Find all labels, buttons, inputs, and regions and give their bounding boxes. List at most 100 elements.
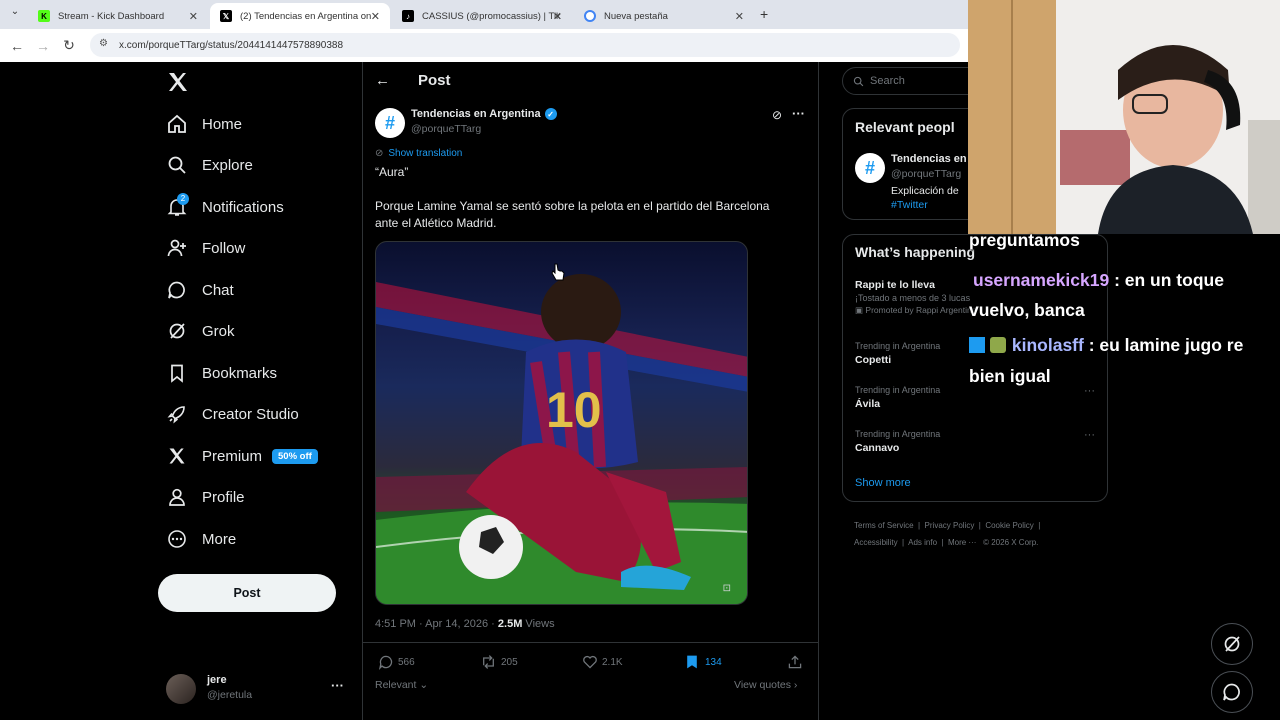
more-dots-icon[interactable]: ··· — [792, 106, 805, 121]
sort-replies-dropdown[interactable]: Relevant ⌄ — [375, 679, 428, 691]
author-avatar-hash-icon[interactable]: # — [375, 108, 405, 138]
show-more-link[interactable]: Show more — [855, 477, 911, 489]
account-name: jere — [207, 674, 227, 686]
browser-tab-tiktok[interactable]: ♪ CASSIUS (@promocassius) | Tik ✕ — [392, 3, 572, 29]
close-tab-icon[interactable]: ✕ — [735, 10, 744, 23]
sidebar-item-creator-studio[interactable]: Creator Studio — [166, 400, 299, 428]
sidebar-item-profile[interactable]: Profile — [166, 483, 245, 511]
grok-icon — [166, 320, 188, 342]
grok-icon — [1224, 636, 1240, 652]
post-timestamp-row: 4:51 PM · Apr 14, 2026 · 2.5M Views — [375, 618, 555, 630]
back-arrow-icon[interactable]: ← — [4, 38, 30, 54]
chat-badge-icon — [969, 337, 985, 353]
sidebar-item-explore[interactable]: Explore — [166, 151, 253, 179]
footer-link[interactable]: Ads info — [908, 538, 937, 547]
url-field[interactable]: ⚙ x.com/porqueTTarg/status/2044141447578… — [90, 33, 960, 57]
repost-button[interactable]: 205 — [480, 654, 518, 670]
post-image[interactable]: 10 ⊡ — [375, 241, 748, 605]
relevant-person-name[interactable]: Tendencias en — [891, 153, 967, 165]
grok-floating-button[interactable] — [1211, 623, 1253, 665]
relevant-person-bio: Explicación de — [891, 185, 959, 197]
site-info-icon[interactable]: ⚙ — [99, 38, 108, 49]
chevron-right-icon: › — [791, 679, 798, 691]
x-logo-icon[interactable] — [166, 70, 192, 96]
promoted-trend[interactable]: Rappi te lo lleva ¡Tostado a menos de 3 … — [855, 279, 976, 316]
post-timestamp: 4:51 PM · Apr 14, 2026 · — [375, 618, 498, 630]
more-icon — [166, 528, 188, 550]
chat-message: usernamekick19 : en un toque vuelvo, ban… — [969, 265, 1274, 325]
trend-item[interactable]: Trending in Argentina Cannavo ··· — [855, 429, 1095, 454]
footer-link[interactable]: More ··· — [948, 538, 976, 547]
repost-icon — [483, 655, 494, 669]
relevant-person-handle: @porqueTTarg — [891, 168, 962, 180]
chat-username: kinolasff — [1011, 335, 1084, 355]
chat-icon — [166, 279, 188, 301]
x-icon — [166, 445, 188, 467]
hand-cursor-icon — [551, 263, 565, 286]
promoted-label: ▣ Promoted by Rappi Argentina — [855, 305, 977, 315]
view-quotes-link[interactable]: View quotes › — [734, 679, 797, 691]
close-tab-icon[interactable]: ✕ — [371, 10, 380, 23]
browser-tab-x[interactable]: 𝕏 (2) Tendencias en Argentina on ✕ — [210, 3, 390, 29]
browser-tab-kick[interactable]: K Stream - Kick Dashboard ✕ — [28, 3, 208, 29]
more-dots-icon[interactable]: ··· — [1084, 429, 1095, 441]
sidebar-item-bookmarks[interactable]: Bookmarks — [166, 359, 277, 387]
reply-button[interactable]: 566 — [378, 654, 415, 670]
reply-icon — [378, 655, 393, 670]
relevant-avatar-hash-icon[interactable]: # — [855, 153, 885, 183]
footer-link[interactable]: Accessibility — [854, 538, 898, 547]
bookmark-button[interactable]: 134 — [685, 654, 722, 670]
reload-icon[interactable]: ↻ — [56, 37, 82, 54]
heart-icon — [583, 655, 597, 669]
bookmark-icon — [166, 362, 188, 384]
like-button[interactable]: 2.1K — [582, 654, 623, 670]
grok-explain-icon[interactable]: ⊘ — [772, 108, 782, 122]
show-translation-link[interactable]: ⊘ Show translation — [375, 148, 462, 159]
share-icon — [788, 655, 802, 669]
account-switcher[interactable]: jere @jeretula ··· — [166, 672, 356, 706]
tab-list-chevron-icon[interactable]: ⌄ — [6, 6, 24, 22]
chat-icon — [1223, 683, 1240, 701]
more-dots-icon[interactable]: ··· — [331, 678, 344, 693]
back-arrow-icon[interactable]: ← — [375, 72, 390, 89]
kick-icon: K — [38, 10, 50, 22]
browser-tab-new[interactable]: Nueva pestaña ✕ — [574, 3, 754, 29]
search-icon — [853, 76, 864, 86]
sidebar-item-notifications[interactable]: 2 Notifications — [166, 193, 284, 221]
sidebar-item-home[interactable]: Home — [166, 110, 242, 138]
premium-discount-badge: 50% off — [272, 448, 318, 464]
copyright-text: © 2026 X Corp. — [983, 538, 1039, 547]
sidebar-item-premium[interactable]: Premium 50% off — [166, 442, 318, 470]
close-tab-icon[interactable]: ✕ — [189, 10, 198, 23]
profile-icon — [166, 486, 188, 508]
image-edit-icon[interactable]: ⊡ — [723, 583, 731, 594]
share-button[interactable] — [787, 654, 803, 675]
footer-links: Terms of Service | Privacy Policy | Cook… — [854, 521, 1041, 547]
search-icon — [166, 154, 188, 176]
close-tab-icon[interactable]: ✕ — [553, 10, 562, 23]
account-handle: @jeretula — [207, 689, 253, 701]
messages-floating-button[interactable] — [1211, 671, 1253, 713]
sidebar-item-follow[interactable]: Follow — [166, 234, 245, 262]
sidebar-item-grok[interactable]: Grok — [166, 317, 235, 345]
follow-icon — [166, 237, 188, 259]
notification-count-badge: 2 — [177, 193, 189, 205]
author-handle[interactable]: @porqueTTarg — [411, 123, 481, 135]
hashtag-link[interactable]: #Twitter — [891, 199, 928, 211]
footer-link[interactable]: Terms of Service — [854, 521, 914, 530]
chat-emote-icon — [989, 337, 1006, 353]
post-button[interactable]: Post — [158, 574, 336, 612]
forward-arrow-icon[interactable]: → — [30, 38, 56, 54]
sidebar-item-more[interactable]: More — [166, 525, 236, 553]
sidebar-item-chat[interactable]: Chat — [166, 276, 234, 304]
footer-link[interactable]: Cookie Policy — [985, 521, 1033, 530]
post-text-body: Porque Lamine Yamal se sentó sobre la pe… — [375, 199, 770, 230]
x-icon: 𝕏 — [220, 10, 232, 22]
author-name-row[interactable]: Tendencias en Argentina ✓ — [411, 108, 557, 120]
chat-message-text: preguntamos — [969, 230, 1080, 250]
new-tab-plus-icon[interactable]: + — [760, 6, 768, 22]
footer-link[interactable]: Privacy Policy — [925, 521, 975, 530]
whats-happening-title: What’s happening — [855, 244, 976, 260]
address-bar: ← → ↻ ⚙ x.com/porqueTTarg/status/2044141… — [0, 29, 968, 62]
page-title: Post — [418, 72, 451, 89]
